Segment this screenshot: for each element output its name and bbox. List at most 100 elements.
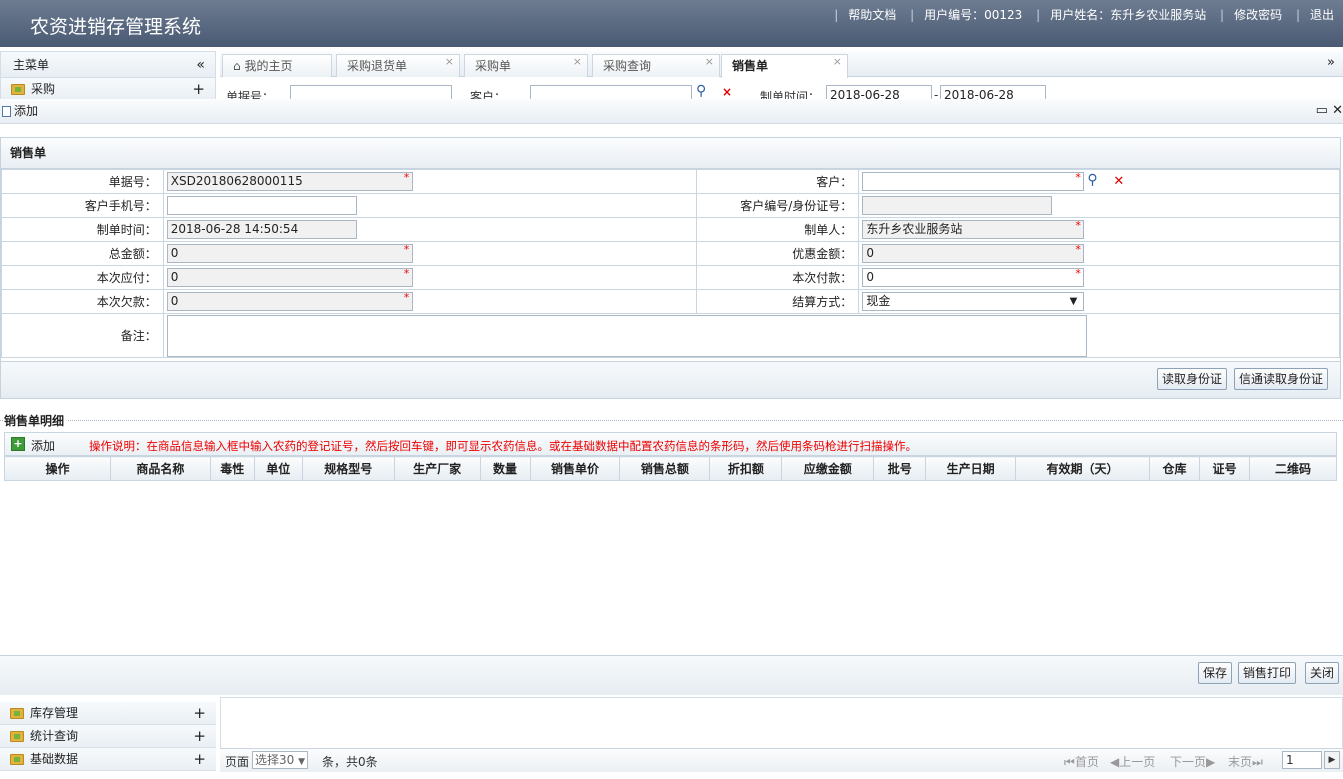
settle-value: 现金 [866, 294, 891, 308]
date-search-label: 制单时间： [760, 90, 821, 99]
date-to-input[interactable]: 2018-06-28 [940, 85, 1046, 99]
help-link[interactable]: 帮助文档 [843, 8, 901, 22]
maker-field[interactable]: 东升乡农业服务站 [862, 220, 1085, 239]
column-header: 商品名称 [109, 456, 211, 481]
close-tab-icon[interactable]: × [705, 51, 714, 73]
tab-label: 销售单 [732, 59, 769, 73]
customer-search-input[interactable] [530, 85, 692, 99]
save-button[interactable]: 保存 [1198, 662, 1233, 684]
discount-field[interactable]: 0 [862, 244, 1085, 263]
doc-no-search-input[interactable] [290, 85, 452, 99]
xintong-read-id-button[interactable]: 信通读取身份证 [1234, 368, 1329, 390]
change-password-link[interactable]: 修改密码 [1229, 8, 1287, 22]
form-icon [2, 106, 11, 117]
close-dialog-icon[interactable]: ✕ [1332, 103, 1343, 118]
close-button[interactable]: 关闭 [1305, 662, 1340, 684]
tab-purchase-return[interactable]: 采购退货单 × [336, 54, 460, 77]
total-label: 总金额： [1, 241, 164, 266]
sales-print-button[interactable]: 销售打印 [1238, 662, 1297, 684]
background-grid-area [220, 697, 1343, 748]
created-field[interactable]: 2018-06-28 14:50:54 [166, 220, 357, 239]
cust-id-field[interactable] [862, 196, 1053, 215]
maximize-icon[interactable]: ▭ [1316, 103, 1328, 118]
clear-icon[interactable]: ✕ [1113, 174, 1124, 189]
form-footer: 读取身份证 信通读取身份证 [1, 361, 1340, 398]
page-label: 页面 [225, 755, 250, 769]
detail-divider [0, 420, 1343, 421]
maker-label: 制单人： [696, 217, 860, 242]
column-header: 有效期（天） [1015, 456, 1151, 481]
pager: 页面 选择30 ▼ 条，共0条 ⏮首页 ◀上一页 下一页▶ 末页⏭ 1 ▶ [220, 748, 1343, 772]
phone-field[interactable] [166, 196, 357, 215]
created-label: 制单时间： [1, 217, 164, 242]
main-menu-lower: 库存管理 + 统计查询 + 基础数据 + [0, 702, 216, 771]
menu-item-inventory[interactable]: 库存管理 + [0, 702, 216, 725]
doc-no-field[interactable]: XSD20180628000115 [166, 172, 413, 191]
read-id-card-button[interactable]: 读取身份证 [1157, 368, 1228, 390]
payable-field[interactable]: 0 [166, 268, 413, 287]
add-detail-button[interactable]: 添加 [31, 437, 55, 454]
logout-link[interactable]: 退出 [1305, 8, 1339, 22]
menu-item-purchase[interactable]: 采购 + [1, 78, 215, 101]
customer-label: 客户： [696, 169, 860, 194]
tab-label: 采购查询 [603, 59, 652, 73]
main-menu-header: 主菜单 « [1, 52, 215, 78]
expand-plus-icon[interactable]: + [193, 725, 206, 748]
last-page-icon: ⏭ [1252, 755, 1263, 769]
tab-scroll-icon[interactable]: » [1327, 55, 1335, 70]
cust-id-label: 客户编号/身份证号： [696, 193, 860, 218]
search-icon[interactable]: ⚲ [1087, 172, 1097, 188]
tab-sales-order[interactable]: 销售单 × [721, 54, 848, 78]
form-section-title: 销售单 [1, 138, 1340, 169]
dropdown-arrow-icon[interactable]: ▼ [1070, 293, 1078, 310]
column-header: 销售总额 [619, 456, 711, 481]
close-tab-icon[interactable]: × [833, 51, 842, 73]
prev-page-button[interactable]: ◀上一页 [1110, 753, 1155, 770]
sales-form-table: 单据号： XSD20180628000115 * 客户： * ⚲ ✕ 客户手机号： 客… [1, 169, 1341, 358]
first-page-button[interactable]: ⏮首页 [1064, 753, 1099, 770]
tab-purchase-order[interactable]: 采购单 × [464, 54, 588, 77]
close-tab-icon[interactable]: × [573, 51, 582, 73]
close-tab-icon[interactable]: × [445, 51, 454, 73]
settle-label: 结算方式： [696, 289, 860, 314]
page-number-input[interactable]: 1 [1282, 751, 1322, 769]
owed-field[interactable]: 0 [166, 292, 413, 311]
add-icon[interactable]: + [11, 437, 25, 451]
payable-label: 本次应付： [1, 265, 164, 290]
tab-home[interactable]: ⌂ 我的主页 [222, 54, 332, 77]
required-mark: * [403, 267, 410, 280]
menu-item-base-data[interactable]: 基础数据 + [0, 748, 216, 771]
menu-item-statistics[interactable]: 统计查询 + [0, 725, 216, 748]
folder-icon [10, 731, 24, 742]
collapse-left-icon[interactable]: « [196, 52, 205, 78]
total-field[interactable]: 0 [166, 244, 413, 263]
menu-item-label: 库存管理 [30, 706, 79, 720]
page-size-value: 选择30 [255, 753, 295, 767]
tab-purchase-query[interactable]: 采购查询 × [592, 54, 720, 77]
folder-icon [10, 754, 24, 765]
phone-label: 客户手机号： [1, 193, 164, 218]
operation-hint: 操作说明：在商品信息输入框中输入农药的登记证号，然后按回车键，即可显示农药信息。… [89, 439, 917, 453]
required-mark: * [403, 171, 410, 184]
page-size-select[interactable]: 选择30 ▼ [252, 751, 309, 769]
search-icon[interactable]: ⚲ [696, 83, 706, 99]
next-page-icon: ▶ [1206, 755, 1216, 769]
customer-search-label: 客户： [470, 90, 507, 99]
tab-label: 采购退货单 [347, 59, 408, 73]
date-from-input[interactable]: 2018-06-28 [826, 85, 932, 99]
menu-item-label: 统计查询 [30, 729, 79, 743]
paid-field[interactable]: 0 [862, 268, 1085, 287]
last-page-label: 末页 [1228, 755, 1253, 769]
clear-icon[interactable]: × [722, 85, 732, 99]
next-page-button[interactable]: 下一页▶ [1170, 753, 1215, 770]
customer-field[interactable] [862, 172, 1085, 191]
tab-label: 我的主页 [244, 59, 293, 73]
expand-plus-icon[interactable]: + [193, 702, 206, 725]
go-page-icon[interactable]: ▶ [1324, 751, 1340, 769]
settle-select[interactable]: 现金 ▼ [862, 292, 1085, 311]
required-mark: * [403, 243, 410, 256]
remark-textarea[interactable] [166, 314, 1087, 357]
expand-plus-icon[interactable]: + [193, 748, 206, 771]
last-page-button[interactable]: 末页⏭ [1228, 753, 1263, 770]
expand-plus-icon[interactable]: + [192, 78, 205, 101]
